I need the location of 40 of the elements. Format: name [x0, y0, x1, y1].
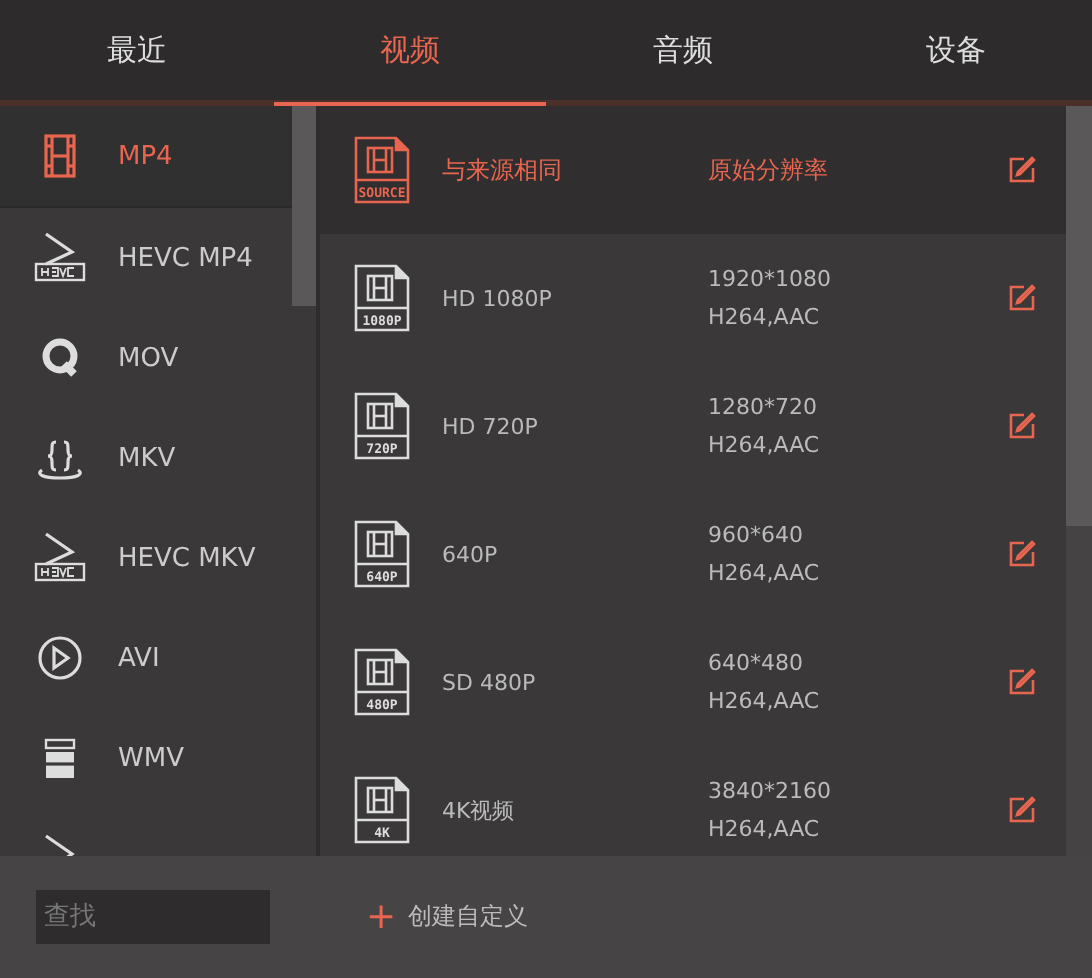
preset-name: SD 480P: [442, 669, 538, 695]
edit-icon[interactable]: [1008, 540, 1036, 568]
scrollbar-thumb[interactable]: [1066, 106, 1092, 526]
codec-text: H264,AAC: [708, 560, 822, 586]
edit-icon[interactable]: [1008, 668, 1036, 696]
hevc-icon: [30, 532, 90, 584]
create-custom-button[interactable]: + 创建自定义: [366, 896, 529, 938]
format-item[interactable]: MOV: [0, 308, 292, 408]
codec-text: H264,AAC: [708, 688, 822, 714]
preset-name: 与来源相同: [442, 153, 564, 187]
resolution-text: 原始分辨率: [708, 153, 830, 187]
scrollbar-thumb[interactable]: [292, 106, 316, 306]
resolution-text: 640*480: [708, 650, 805, 676]
codec-text: H264,AAC: [708, 304, 822, 330]
search-field[interactable]: 查找: [36, 890, 270, 944]
format-item[interactable]: AVI: [0, 608, 292, 708]
format-item[interactable]: HEVC MKV: [0, 508, 292, 608]
tab[interactable]: 音频: [546, 0, 819, 100]
edit-icon[interactable]: [1008, 284, 1036, 312]
resolution-text: 3840*2160: [708, 778, 833, 804]
tab[interactable]: 设备: [819, 0, 1092, 100]
edit-icon[interactable]: [1008, 412, 1036, 440]
format-item[interactable]: MP4: [0, 106, 292, 208]
format-item[interactable]: HEVC MP4: [0, 208, 292, 308]
tab[interactable]: 最近: [0, 0, 273, 100]
preset-name: 4K视频: [442, 795, 517, 825]
resolution-text: 960*640: [708, 522, 805, 548]
resolution-text: 1920*1080: [708, 266, 833, 292]
resolution-text: 1280*720: [708, 394, 819, 420]
edit-icon[interactable]: [1008, 156, 1036, 184]
preset-name: HD 1080P: [442, 285, 554, 311]
format-item[interactable]: WMV: [0, 708, 292, 808]
codec-text: H264,AAC: [708, 432, 822, 458]
scrollbar[interactable]: [1066, 106, 1092, 856]
edit-icon[interactable]: [1008, 796, 1036, 824]
codec-text: H264,AAC: [708, 816, 822, 842]
hevc-icon: [30, 232, 90, 284]
format-item[interactable]: MKV: [0, 408, 292, 508]
preset-name: HD 720P: [442, 413, 540, 439]
preset-name: 640P: [442, 541, 500, 567]
